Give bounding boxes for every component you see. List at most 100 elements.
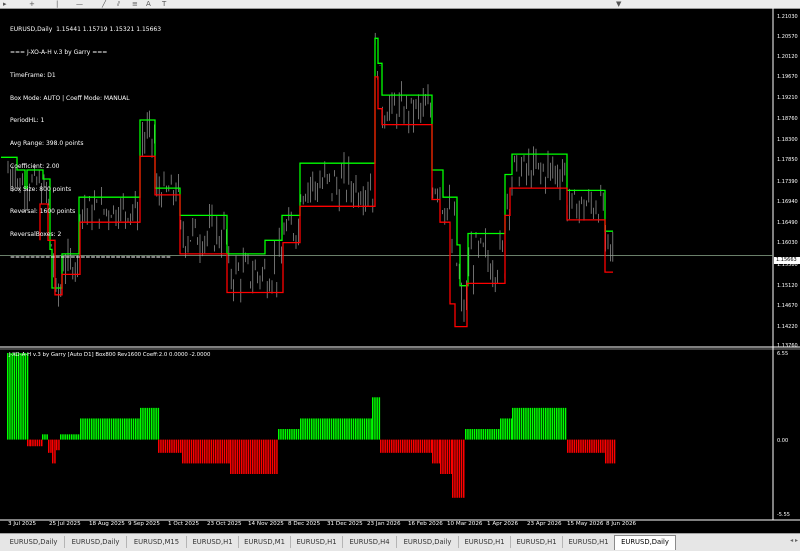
hist-bar-positive bbox=[564, 407, 567, 440]
chart-tab[interactable]: EURUSD,H1 bbox=[511, 536, 563, 548]
hist-bar-positive bbox=[62, 434, 64, 440]
hist-bar-negative bbox=[388, 439, 391, 453]
hist-bar-positive bbox=[328, 418, 331, 440]
hist-bar-negative bbox=[444, 439, 446, 474]
hist-bar-negative bbox=[210, 439, 213, 464]
hist-bar-positive bbox=[157, 407, 160, 440]
hist-bar-negative bbox=[252, 439, 254, 474]
hist-bar-positive bbox=[135, 418, 137, 440]
chart-tab[interactable]: EURUSD,H1 bbox=[563, 536, 615, 548]
hist-bar-negative bbox=[442, 439, 444, 474]
hist-bar-positive bbox=[560, 407, 562, 440]
hist-bar-negative bbox=[591, 439, 593, 453]
hist-bar-negative bbox=[267, 439, 269, 474]
hist-bar-positive bbox=[516, 407, 518, 440]
hist-bar-negative bbox=[611, 439, 614, 464]
hist-bar-positive bbox=[337, 418, 339, 440]
hist-bar-positive bbox=[480, 429, 482, 440]
info-line: === J-XO-A-H v.3 by Garry === bbox=[10, 48, 108, 56]
hist-bar-negative bbox=[571, 439, 573, 453]
hist-bar-positive bbox=[104, 418, 106, 440]
date-tick: 1 Oct 2025 bbox=[168, 521, 200, 527]
hist-bar-negative bbox=[38, 439, 41, 447]
fibonacci-icon[interactable]: ≡ bbox=[132, 0, 138, 8]
hist-bar-positive bbox=[24, 353, 27, 440]
hist-bar-positive bbox=[60, 434, 62, 440]
hist-bar-positive bbox=[88, 418, 91, 440]
hist-bar-negative bbox=[432, 439, 434, 464]
hist-bar-negative bbox=[162, 439, 164, 453]
hist-bar-positive bbox=[151, 407, 153, 440]
hist-bar-negative bbox=[448, 439, 451, 474]
trendline-icon[interactable]: ╱ bbox=[102, 0, 106, 8]
hist-bar-negative bbox=[236, 439, 239, 474]
hist-bar-negative bbox=[428, 439, 430, 453]
hist-bar-negative bbox=[415, 439, 417, 453]
hist-bar-negative bbox=[582, 439, 584, 453]
hist-bar-negative bbox=[58, 439, 60, 451]
indicator-tick: 6.55 bbox=[777, 351, 789, 357]
chart-tab[interactable]: EURUSD,H1 bbox=[291, 536, 343, 548]
hist-bar-negative bbox=[393, 439, 395, 453]
chart-tab[interactable]: EURUSD,M1 bbox=[239, 536, 291, 548]
hist-bar-negative bbox=[602, 439, 604, 453]
hist-bar-positive bbox=[467, 429, 469, 440]
date-tick: 23 Jan 2026 bbox=[367, 521, 401, 527]
hist-bar-positive bbox=[284, 429, 287, 440]
cursor-icon[interactable]: ▸ bbox=[3, 0, 7, 8]
hist-bar-negative bbox=[440, 439, 442, 474]
hist-bar-positive bbox=[302, 418, 304, 440]
crosshair-icon[interactable]: + bbox=[29, 0, 35, 8]
hist-bar-positive bbox=[297, 429, 300, 440]
hist-bar-negative bbox=[391, 439, 393, 453]
hist-bar-negative bbox=[36, 439, 39, 447]
hist-bar-negative bbox=[41, 439, 43, 447]
hist-bar-positive bbox=[355, 418, 357, 440]
vertical-line-icon[interactable]: | bbox=[56, 0, 58, 8]
hist-bar-negative bbox=[421, 439, 424, 453]
hist-bar-positive bbox=[319, 418, 322, 440]
chart-tab[interactable]: EURUSD,Daily bbox=[3, 536, 65, 548]
chart-tab[interactable]: EURUSD,M15 bbox=[127, 536, 187, 548]
hist-bar-positive bbox=[534, 407, 536, 440]
chart-tab[interactable]: EURUSD,Daily bbox=[397, 536, 459, 548]
label-icon[interactable]: T bbox=[162, 0, 166, 8]
hist-bar-negative bbox=[223, 439, 226, 464]
hist-bar-positive bbox=[478, 429, 480, 440]
hist-bar-positive bbox=[536, 407, 538, 440]
horizontal-line-icon[interactable]: — bbox=[76, 0, 83, 8]
hist-bar-positive bbox=[140, 407, 142, 440]
chart-tab[interactable]: EURUSD,H1 bbox=[187, 536, 239, 548]
hist-bar-positive bbox=[282, 429, 284, 440]
hist-bar-positive bbox=[82, 418, 84, 440]
hist-bar-negative bbox=[180, 439, 182, 453]
info-line: ================================ bbox=[10, 254, 171, 261]
hist-bar-negative bbox=[584, 439, 587, 453]
chart-tab[interactable]: EURUSD,Daily bbox=[65, 536, 127, 548]
channel-icon[interactable]: ⫽ bbox=[117, 0, 120, 8]
hist-bar-positive bbox=[99, 418, 102, 440]
chart-tab[interactable]: EURUSD,H1 bbox=[459, 536, 511, 548]
hist-bar-positive bbox=[344, 418, 346, 440]
hist-bar-negative bbox=[434, 439, 436, 464]
hist-bar-positive bbox=[322, 418, 324, 440]
shift-marker-icon[interactable]: ▼ bbox=[616, 0, 621, 8]
hist-bar-positive bbox=[295, 429, 298, 440]
hist-bar-negative bbox=[186, 439, 188, 464]
hist-bar-negative bbox=[452, 439, 454, 498]
chart-tab[interactable]: EURUSD,H4 bbox=[343, 536, 397, 548]
hist-bar-negative bbox=[436, 439, 438, 464]
hist-bar-positive bbox=[482, 429, 485, 440]
hist-bar-positive bbox=[66, 434, 69, 440]
hist-bar-negative bbox=[256, 439, 258, 474]
hist-bar-positive bbox=[144, 407, 146, 440]
price-tick: 1.15120 bbox=[777, 283, 798, 289]
price-tick: 1.19670 bbox=[777, 74, 798, 80]
hist-bar-negative bbox=[201, 439, 204, 464]
tab-scroll-arrows-icon[interactable]: ◂ ▸ bbox=[790, 537, 798, 544]
text-icon[interactable]: A bbox=[146, 0, 151, 8]
hist-bar-negative bbox=[228, 439, 230, 464]
chart-tab-active[interactable]: EURUSD,Daily bbox=[614, 535, 676, 550]
price-tick: 1.14220 bbox=[777, 324, 798, 330]
price-tick: 1.13760 bbox=[777, 343, 798, 349]
